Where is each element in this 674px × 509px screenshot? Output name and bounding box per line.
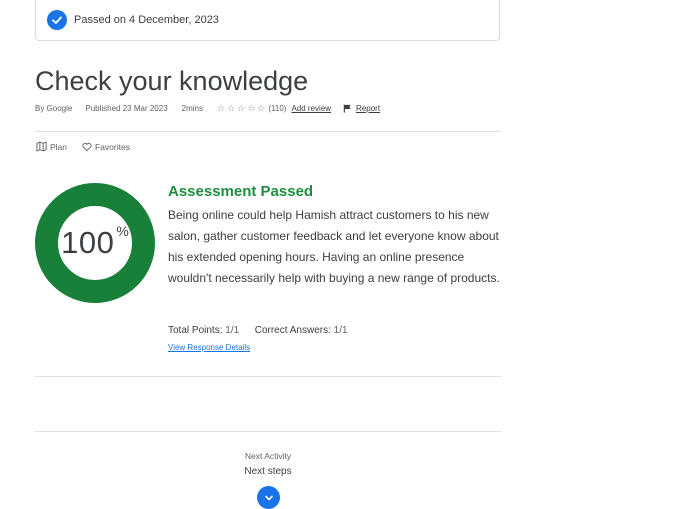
score-value: 100: [61, 225, 115, 260]
star-icon[interactable]: ☆: [237, 104, 245, 113]
next-activity-label: Next Activity: [244, 451, 292, 461]
score-display: 100%: [35, 183, 155, 303]
result-title: Assessment Passed: [168, 183, 314, 200]
divider: [35, 131, 501, 132]
report-label[interactable]: Report: [356, 104, 380, 113]
result-feedback: Being online could help Hamish attract c…: [168, 208, 500, 285]
map-icon: [36, 141, 47, 152]
check-circle-icon: [47, 10, 67, 30]
score-unit: %: [116, 223, 129, 239]
chevron-down-icon: [264, 495, 273, 501]
plan-label: Plan: [50, 141, 68, 152]
passed-banner: Passed on 4 December, 2023: [35, 0, 500, 41]
author-text: By Google: [35, 104, 73, 113]
star-icon[interactable]: ☆: [217, 104, 225, 113]
star-icon[interactable]: ☆: [257, 104, 265, 113]
report-link[interactable]: Report: [343, 104, 380, 113]
rating-stars[interactable]: ☆ ☆ ☆ ☆ ☆: [217, 104, 265, 113]
passed-date-text: Passed on 4 December, 2023: [74, 14, 219, 26]
next-activity-title[interactable]: Next steps: [0, 466, 536, 477]
star-icon[interactable]: ☆: [247, 104, 255, 113]
divider: [35, 376, 501, 377]
page-title: Check your knowledge: [35, 66, 309, 96]
total-points-value: 1/1: [225, 325, 240, 336]
view-response-details-link[interactable]: View Response Details: [168, 343, 250, 352]
favorites-label: Favorites: [95, 141, 130, 152]
star-icon[interactable]: ☆: [227, 104, 235, 113]
add-review-link[interactable]: Add review: [291, 104, 331, 113]
duration-text: 2mins: [181, 104, 203, 113]
correct-answers-value: 1/1: [333, 325, 348, 336]
next-activity-button[interactable]: [257, 486, 280, 509]
total-points-label: Total Points:: [168, 325, 223, 336]
plan-button[interactable]: Plan: [36, 141, 67, 152]
correct-answers-label: Correct Answers:: [254, 325, 331, 336]
published-date-text: Published 23 Mar 2023: [85, 104, 168, 113]
heart-icon: [82, 142, 92, 151]
divider: [35, 431, 501, 432]
activity-meta: By Google Published 23 Mar 2023 2mins ☆ …: [35, 104, 380, 114]
activity-actions: Plan Favorites: [36, 141, 130, 152]
favorites-button[interactable]: Favorites: [82, 142, 130, 152]
result-stats: Total Points: 1/1 Correct Answers: 1/1: [168, 325, 348, 336]
flag-icon: [343, 104, 351, 113]
rating-count: (110): [268, 104, 287, 113]
